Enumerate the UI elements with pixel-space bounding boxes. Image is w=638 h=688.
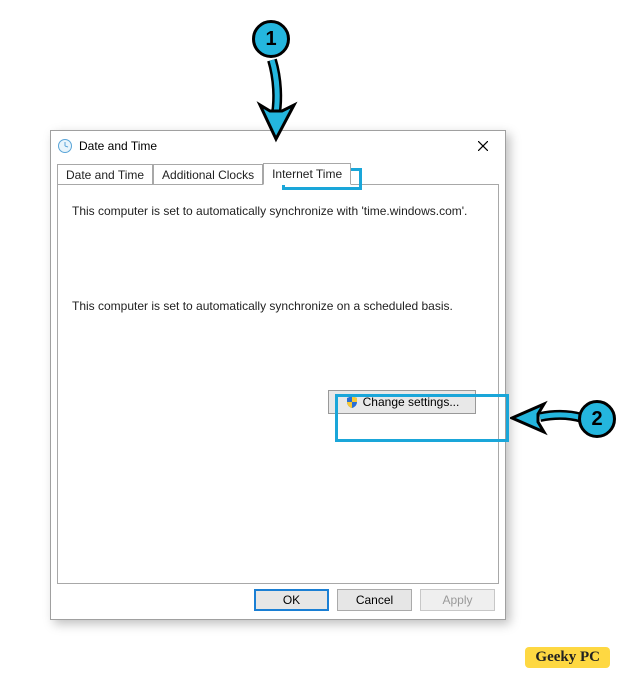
annotation-arrow-2 [510, 400, 585, 440]
watermark: Geeky PC [525, 647, 610, 668]
dialog-button-row: OK Cancel Apply [254, 589, 495, 611]
sync-status-text: This computer is set to automatically sy… [72, 203, 484, 219]
apply-button[interactable]: Apply [420, 589, 495, 611]
titlebar: Date and Time [51, 131, 505, 161]
tab-additional-clocks[interactable]: Additional Clocks [153, 164, 263, 185]
sync-schedule-text: This computer is set to automatically sy… [72, 299, 484, 313]
tab-content: This computer is set to automatically sy… [57, 184, 499, 584]
date-time-dialog: Date and Time Date and Time Additional C… [50, 130, 506, 620]
window-title: Date and Time [79, 139, 157, 153]
annotation-step-2: 2 [578, 400, 616, 438]
tab-strip: Date and Time Additional Clocks Internet… [51, 161, 505, 184]
annotation-step-1: 1 [252, 20, 290, 58]
close-button[interactable] [467, 134, 499, 158]
change-settings-button[interactable]: Change settings... [328, 390, 476, 414]
cancel-button[interactable]: Cancel [337, 589, 412, 611]
shield-icon [345, 395, 359, 409]
tab-date-and-time[interactable]: Date and Time [57, 164, 153, 185]
change-settings-label: Change settings... [363, 395, 460, 409]
ok-button[interactable]: OK [254, 589, 329, 611]
tab-internet-time[interactable]: Internet Time [263, 163, 351, 185]
clock-icon [57, 138, 73, 154]
